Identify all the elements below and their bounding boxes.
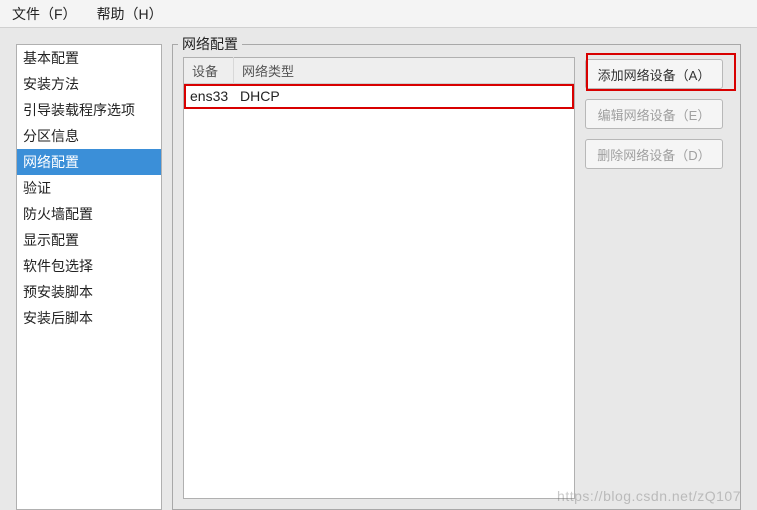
button-column: 添加网络设备（A） 编辑网络设备（E） 删除网络设备（D） (585, 57, 723, 499)
sidebar-item-10[interactable]: 安装后脚本 (17, 305, 161, 331)
add-network-device-button[interactable]: 添加网络设备（A） (585, 59, 723, 89)
edit-network-device-button[interactable]: 编辑网络设备（E） (585, 99, 723, 129)
sidebar-item-9[interactable]: 预安装脚本 (17, 279, 161, 305)
sidebar-item-6[interactable]: 防火墙配置 (17, 201, 161, 227)
delete-network-device-button[interactable]: 删除网络设备（D） (585, 139, 723, 169)
table-header: 设备 网络类型 (184, 58, 574, 84)
sidebar-item-7[interactable]: 显示配置 (17, 227, 161, 253)
network-table: 设备 网络类型 ens33DHCP (183, 57, 575, 499)
cell-type: DHCP (234, 86, 574, 106)
cell-device: ens33 (184, 86, 234, 106)
sidebar-item-8[interactable]: 软件包选择 (17, 253, 161, 279)
sidebar-item-1[interactable]: 安装方法 (17, 71, 161, 97)
sidebar-item-3[interactable]: 分区信息 (17, 123, 161, 149)
panel-title: 网络配置 (178, 34, 242, 54)
content-area: 网络配置 设备 网络类型 ens33DHCP 添加网络设备（A） 编辑网络设备（… (172, 44, 741, 510)
sidebar-item-0[interactable]: 基本配置 (17, 45, 161, 71)
table-row[interactable]: ens33DHCP (184, 84, 574, 108)
sidebar: 基本配置安装方法引导装载程序选项分区信息网络配置验证防火墙配置显示配置软件包选择… (16, 44, 162, 510)
header-type[interactable]: 网络类型 (234, 57, 574, 84)
main-area: 基本配置安装方法引导装载程序选项分区信息网络配置验证防火墙配置显示配置软件包选择… (0, 28, 757, 510)
header-device[interactable]: 设备 (184, 57, 234, 84)
network-config-panel: 设备 网络类型 ens33DHCP 添加网络设备（A） 编辑网络设备（E） 删除… (172, 44, 741, 510)
sidebar-item-2[interactable]: 引导装载程序选项 (17, 97, 161, 123)
menu-file[interactable]: 文件（F） (8, 2, 81, 26)
sidebar-item-4[interactable]: 网络配置 (17, 149, 161, 175)
sidebar-item-5[interactable]: 验证 (17, 175, 161, 201)
menu-help[interactable]: 帮助（H） (93, 2, 167, 26)
menubar: 文件（F） 帮助（H） (0, 0, 757, 28)
